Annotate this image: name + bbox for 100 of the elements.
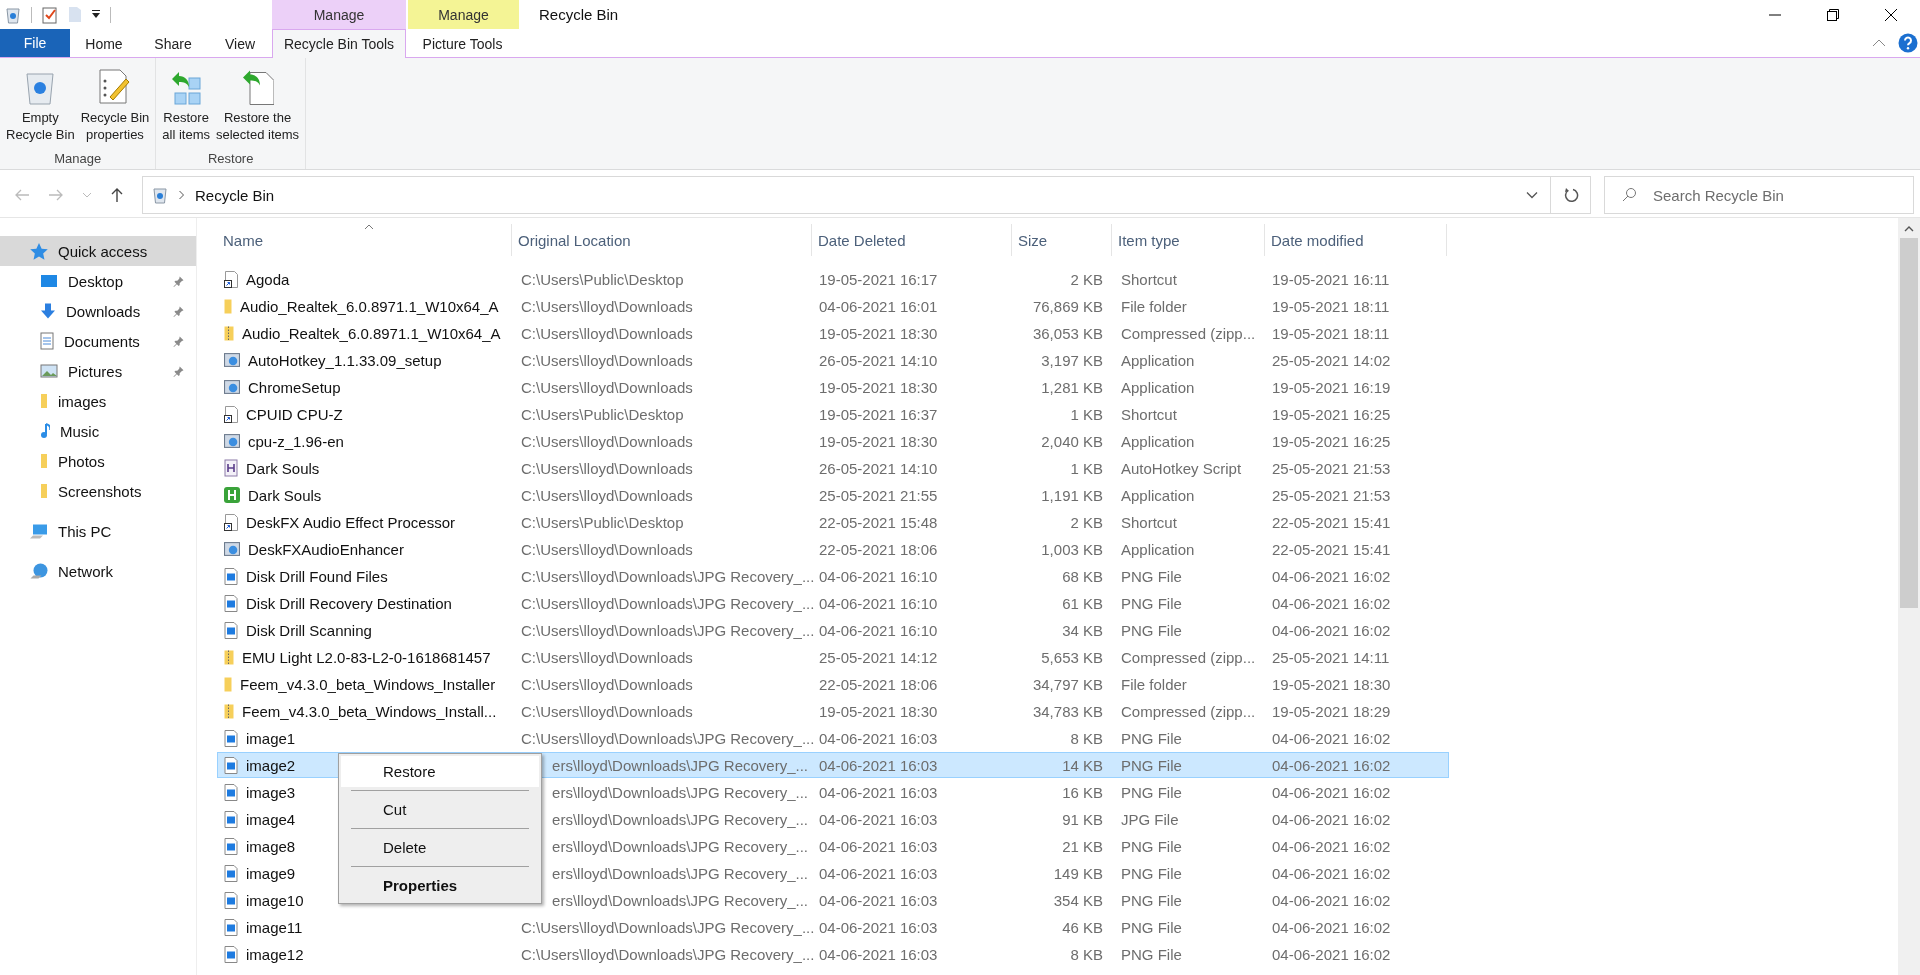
original-location: C:\Users\lloyd\Downloads xyxy=(521,351,693,369)
date-deleted: 04-06-2021 16:10 xyxy=(819,567,938,585)
pin-icon[interactable] xyxy=(173,335,184,347)
globe-icon xyxy=(30,563,48,579)
date-deleted: 04-06-2021 16:03 xyxy=(819,783,938,801)
computer-icon xyxy=(30,523,48,539)
file-size: 21 KB xyxy=(1062,837,1103,855)
original-location: C:\Users\lloyd\Downloads xyxy=(521,459,693,477)
date-modified: 04-06-2021 16:02 xyxy=(1272,594,1391,612)
zip-folder-icon xyxy=(224,325,234,341)
refresh-button[interactable] xyxy=(1551,176,1591,214)
nav-item[interactable]: Pictures xyxy=(0,356,196,386)
pin-icon[interactable] xyxy=(173,305,184,317)
nav-item[interactable]: images xyxy=(0,386,196,416)
file-name: Audio_Realtek_6.0.8971.1_W10x64_A xyxy=(240,297,499,315)
collapse-ribbon-icon[interactable] xyxy=(1872,39,1886,47)
chevron-down-icon[interactable] xyxy=(1526,191,1538,199)
restore-window-icon xyxy=(1826,7,1840,22)
item-type: File folder xyxy=(1121,675,1187,693)
original-location: C:\Users\lloyd\Downloads xyxy=(521,432,693,450)
date-modified: 25-05-2021 21:53 xyxy=(1272,459,1391,477)
application-icon xyxy=(224,542,240,556)
ribbon-tab[interactable]: Recycle Bin Tools xyxy=(272,29,406,58)
nav-item[interactable]: Music xyxy=(0,416,196,446)
scroll-up-icon[interactable] xyxy=(1904,226,1914,232)
nav-item[interactable]: Downloads xyxy=(0,296,196,326)
nav-item[interactable]: Quick access xyxy=(0,236,196,266)
ribbon-tab[interactable]: Home xyxy=(70,29,138,58)
nav-item[interactable]: This PC xyxy=(0,516,196,546)
column-header[interactable]: Name xyxy=(217,224,512,256)
date-deleted: 19-05-2021 18:30 xyxy=(819,702,938,720)
nav-item[interactable]: Documents xyxy=(0,326,196,356)
dropdown-icon[interactable] xyxy=(91,9,101,20)
column-header[interactable]: Size xyxy=(1012,224,1112,256)
original-location: C:\Users\lloyd\Downloads\JPG Recovery_... xyxy=(521,918,815,936)
item-type: Shortcut xyxy=(1121,270,1177,288)
up-arrow-icon[interactable] xyxy=(110,187,124,203)
original-location: C:\Users\lloyd\Downloads xyxy=(521,297,693,315)
item-type: Compressed (zipp... xyxy=(1121,702,1256,720)
file-size: 1 KB xyxy=(1070,405,1103,423)
help-icon[interactable] xyxy=(1898,33,1918,53)
original-location: ers\lloyd\Downloads\JPG Recovery_... xyxy=(552,864,808,882)
item-type: Application xyxy=(1121,486,1195,504)
file-size: 46 KB xyxy=(1062,918,1103,936)
date-modified: 25-05-2021 14:02 xyxy=(1272,351,1391,369)
document-icon xyxy=(40,332,54,350)
original-location: ers\lloyd\Downloads\JPG Recovery_... xyxy=(552,891,808,909)
date-modified: 04-06-2021 16:02 xyxy=(1272,810,1391,828)
file-name: image10 xyxy=(246,891,304,909)
properties-icon[interactable] xyxy=(41,5,59,24)
item-type: PNG File xyxy=(1121,567,1182,585)
file-tab[interactable]: File xyxy=(0,29,70,57)
forward-arrow-icon[interactable] xyxy=(48,188,64,202)
chevron-right-icon[interactable] xyxy=(179,190,185,200)
ribbon-button[interactable]: Recycle Bin properties xyxy=(77,62,153,146)
pin-icon[interactable] xyxy=(173,365,184,377)
nav-item[interactable]: Network xyxy=(0,556,196,586)
back-arrow-icon[interactable] xyxy=(14,188,30,202)
ribbon-button[interactable]: Restore all items xyxy=(159,62,213,146)
ribbon-button[interactable]: Restore the selected items xyxy=(212,62,303,146)
ribbon-tab[interactable]: Picture Tools xyxy=(406,29,519,58)
file-size: 61 KB xyxy=(1062,594,1103,612)
menu-item[interactable]: Delete xyxy=(341,832,539,863)
scrollbar[interactable] xyxy=(1898,218,1920,975)
item-type: File folder xyxy=(1121,297,1187,315)
item-type: Application xyxy=(1121,351,1195,369)
item-type: Shortcut xyxy=(1121,405,1177,423)
menu-item[interactable]: Properties xyxy=(341,870,539,901)
ribbon-button[interactable]: Empty Recycle Bin xyxy=(3,62,78,146)
application-icon xyxy=(224,353,240,367)
ribbon-tab[interactable]: View xyxy=(208,29,272,58)
desktop-icon xyxy=(40,274,58,288)
nav-item[interactable]: Photos xyxy=(0,446,196,476)
menu-item[interactable]: Restore xyxy=(341,756,539,787)
original-location: C:\Users\lloyd\Downloads xyxy=(521,324,693,342)
column-header[interactable]: Original Location xyxy=(512,224,812,256)
image-file-icon xyxy=(224,567,238,585)
menu-item[interactable]: Cut xyxy=(341,794,539,825)
column-header[interactable]: Date modified xyxy=(1265,224,1447,256)
column-header[interactable]: Item type xyxy=(1112,224,1265,256)
address-bar[interactable]: Recycle Bin xyxy=(142,176,1551,214)
original-location: ers\lloyd\Downloads\JPG Recovery_... xyxy=(552,783,808,801)
file-size: 91 KB xyxy=(1062,810,1103,828)
file-name: Dark Souls xyxy=(246,459,320,477)
nav-item[interactable]: Desktop xyxy=(0,266,196,296)
item-type: Shortcut xyxy=(1121,513,1177,531)
search-field[interactable]: Search Recycle Bin xyxy=(1604,176,1914,214)
nav-item[interactable]: Screenshots xyxy=(0,476,196,506)
date-modified: 04-06-2021 16:02 xyxy=(1272,567,1391,585)
file-size: 2 KB xyxy=(1070,270,1103,288)
ribbon-tab[interactable]: Share xyxy=(138,29,208,58)
pin-icon[interactable] xyxy=(173,275,184,287)
original-location: C:\Users\lloyd\Downloads xyxy=(521,702,693,720)
date-deleted: 26-05-2021 14:10 xyxy=(819,351,938,369)
window-title: Recycle Bin xyxy=(539,6,619,23)
column-header[interactable]: Date Deleted xyxy=(812,224,1012,256)
image-file-icon xyxy=(224,918,238,936)
refresh-icon xyxy=(1562,187,1579,203)
file-size: 34,783 KB xyxy=(1032,702,1103,720)
file-size: 34,797 KB xyxy=(1032,675,1103,693)
